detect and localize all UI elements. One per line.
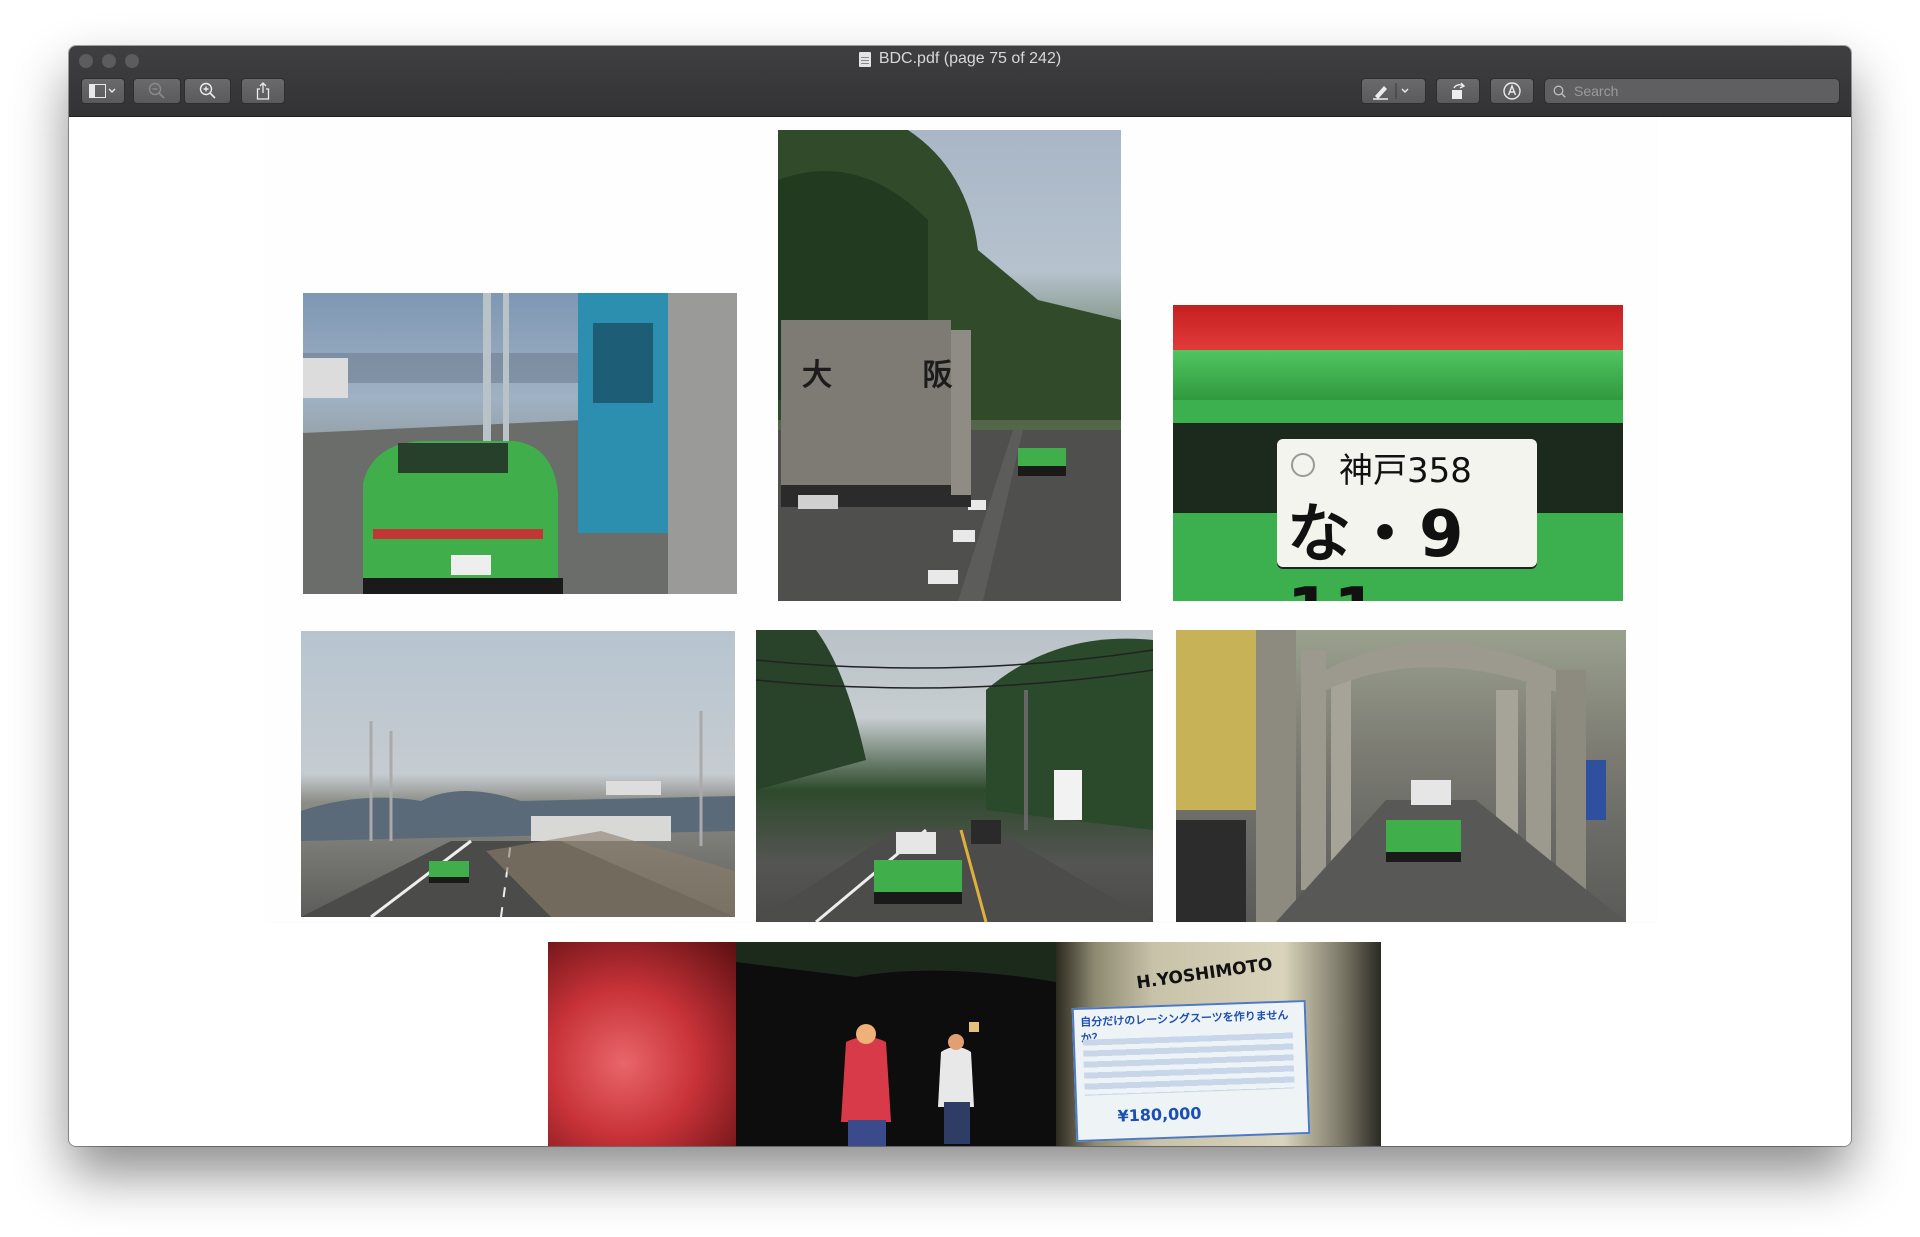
titlebar: BDC.pdf (page 75 of 242) <box>69 46 1851 117</box>
photo-red-blur <box>548 942 736 1146</box>
night-group-scene <box>736 942 1056 1146</box>
photo-truck-road: 大 阪 <box>778 130 1121 601</box>
zoom-out-button[interactable] <box>133 78 181 104</box>
annotate-button[interactable] <box>1490 78 1534 104</box>
document-view[interactable]: 大 阪 神戸358 な・9 11 <box>69 117 1851 1146</box>
toll-gate-scene <box>303 293 737 594</box>
photo-racing-suit: H.YOSHIMOTO 自分だけのレーシングスーツを作りませんか？ ¥180,0… <box>1056 942 1381 1146</box>
pdf-page: 大 阪 神戸358 な・9 11 <box>266 117 1656 1146</box>
photo-highway <box>301 631 735 917</box>
document-icon <box>858 51 871 67</box>
markup-pen-button[interactable] <box>1361 78 1426 104</box>
chevron-down-icon <box>108 88 116 93</box>
zoom-in-icon <box>199 82 216 99</box>
rotate-button[interactable] <box>1436 78 1480 104</box>
highway-scene <box>301 711 735 917</box>
photo-license-plate: 神戸358 な・9 11 <box>1173 305 1623 601</box>
tail-light-strip <box>1173 305 1623 350</box>
zoom-out-icon <box>148 82 165 99</box>
plate-number: な・9 11 <box>1287 498 1466 601</box>
sidebar-icon <box>89 84 116 98</box>
share-icon <box>256 82 270 100</box>
photo-street <box>756 630 1153 922</box>
window-title-text: BDC.pdf (page 75 of 242) <box>878 50 1062 67</box>
share-button[interactable] <box>241 78 285 104</box>
flyer-price: ¥180,000 <box>1117 1103 1202 1126</box>
suit-name-tag: H.YOSHIMOTO <box>1135 954 1274 994</box>
markup-pen-icon <box>1373 83 1409 100</box>
photo-night-group <box>736 942 1056 1146</box>
photo-bridge <box>1176 630 1626 922</box>
search-icon <box>1553 85 1566 98</box>
sidebar-toggle-button[interactable] <box>81 78 125 104</box>
street-scene <box>756 630 1153 922</box>
chevron-down-icon <box>1401 88 1409 93</box>
preview-window: BDC.pdf (page 75 of 242) Search 大 阪 神戸35… <box>69 46 1851 1146</box>
rotate-icon <box>1452 82 1466 99</box>
zoom-in-button[interactable] <box>184 78 231 104</box>
bridge-scene <box>1176 630 1626 922</box>
search-field[interactable] <box>1544 78 1840 104</box>
license-plate: 神戸358 な・9 11 <box>1277 439 1537 601</box>
search-input[interactable] <box>1572 82 1826 100</box>
truck-kanji: 大 阪 <box>802 358 993 393</box>
flyer-card: 自分だけのレーシングスーツを作りませんか？ ¥180,000 <box>1071 999 1311 1143</box>
photo-toll-gate <box>303 293 737 594</box>
window-title: BDC.pdf (page 75 of 242) <box>69 50 1851 68</box>
plate-bolt <box>1291 453 1315 477</box>
annotate-icon <box>1503 82 1521 100</box>
